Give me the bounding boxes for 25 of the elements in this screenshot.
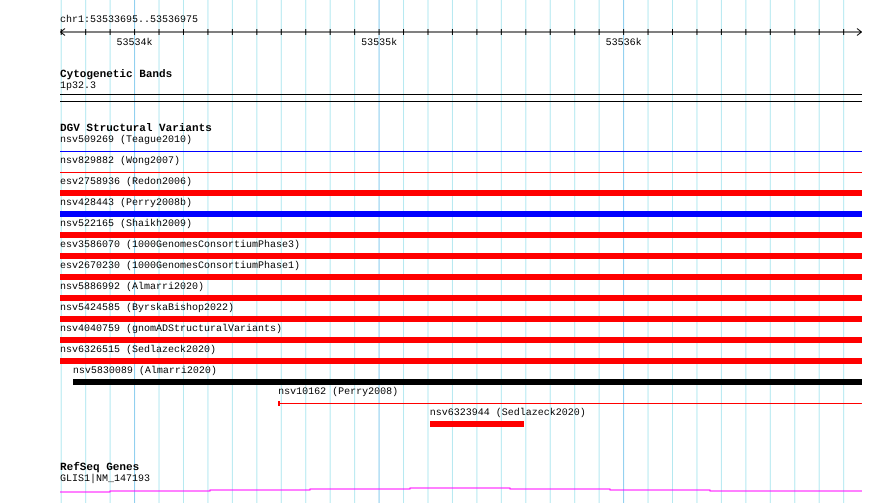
variant-label: nsv5886992 (Almarri2020) [60, 282, 206, 293]
variant-label: nsv428443 (Perry2008b) [60, 198, 194, 209]
gene-model-drawing[interactable] [60, 486, 862, 494]
variant-label: nsv522165 (Shaikh2009) [60, 219, 194, 230]
track-title: DGV Structural Variants [60, 123, 213, 135]
track-title: Cytogenetic Bands [60, 69, 174, 81]
variant-label: nsv509269 (Teague2010) [60, 135, 194, 146]
tick-label: 53534k [116, 38, 153, 49]
tick-label: 53535k [361, 38, 398, 49]
variant-label: nsv5424585 (ByrskaBishop2022) [60, 303, 236, 314]
variant-label: nsv6323944 (Sedlazeck2020) [430, 408, 587, 419]
variant-label: nsv6326515 (Sedlazeck2020) [60, 345, 218, 356]
variant-bar[interactable] [278, 400, 862, 406]
variant-label: nsv10162 (Perry2008) [278, 387, 400, 398]
variant-label: esv2758936 (Redon2006) [60, 177, 194, 188]
variant-label: nsv5830089 (Almarri2020) [72, 366, 218, 377]
tick-label: 53536k [606, 38, 642, 49]
gene-label: GLIS1|NM_147193 [60, 474, 152, 485]
variant-label: esv2670230 (1000GenomesConsortiumPhase1) [60, 261, 302, 272]
band-label: 1p32.3 [60, 81, 98, 92]
variant-label: esv3586070 (1000GenomesConsortiumPhase3) [60, 240, 302, 251]
variant-label: nsv4040759 (gnomADStructuralVariants) [60, 324, 284, 335]
location-label: chr1:53533695..53536975 [60, 15, 200, 27]
variant-label: nsv829882 (Wong2007) [60, 156, 182, 167]
track-title: RefSeq Genes [60, 462, 140, 474]
